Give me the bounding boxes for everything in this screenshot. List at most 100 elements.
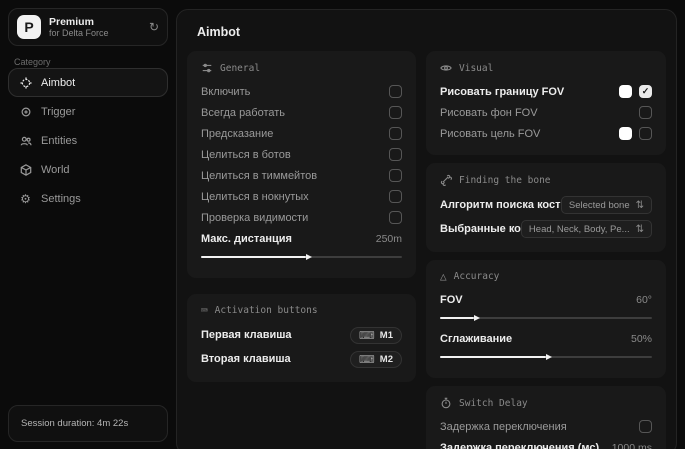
checkbox-always-work[interactable] [389,106,402,119]
slider-fill[interactable] [440,317,474,319]
sidebar-item-label: World [41,164,70,176]
panel-accuracy-header: △ Accuracy [440,271,652,282]
panel-title: Accuracy [454,271,500,282]
max-distance-slider[interactable] [201,251,402,263]
keyboard-icon: ⌨ [359,329,375,342]
panel-title: Switch Delay [459,398,528,409]
toggle-label: Задержка переключения [440,421,639,433]
keybind-label: Первая клавиша [201,329,350,341]
panel-general: General Включить Всегда работать Предска… [187,51,416,278]
checkbox-prediction[interactable] [389,127,402,140]
selected-bones-dropdown[interactable]: Head, Neck, Body, Pe... ⇅ [521,220,652,238]
timer-icon [440,397,452,409]
sidebar-item-settings[interactable]: ⚙ Settings [8,184,168,213]
trigger-icon [19,105,32,118]
keyboard-icon: ⌨ [201,305,208,316]
panel-switch-delay-header: Switch Delay [440,397,652,409]
toggle-label: Целиться в нокнутых [201,191,389,203]
keybind-value: M2 [380,354,393,365]
checkbox-fov-border[interactable]: ✓ [639,85,652,98]
toggle-row: Целиться в нокнутых [201,186,402,207]
checkbox-switch-delay[interactable] [639,420,652,433]
entities-icon [19,134,32,147]
slider-label: FOV [440,294,630,306]
checkbox-target-knocked[interactable] [389,190,402,203]
panel-title: Finding the bone [459,175,551,186]
sidebar-item-trigger[interactable]: Trigger [8,97,168,126]
slider-value: 50% [631,333,652,345]
visual-row: Рисовать границу FOV ✓ [440,81,652,102]
unfold-icon: ⇅ [636,224,644,235]
sidebar-item-label: Trigger [41,106,75,118]
toggle-row: Включить [201,81,402,102]
checkbox-fov-background[interactable] [639,106,652,119]
fov-slider[interactable] [440,312,652,324]
brand-title: Premium [49,16,141,28]
unfold-icon: ⇅ [636,200,644,211]
slider-fill[interactable] [201,256,306,258]
panel-title: Visual [459,63,493,74]
dropdown-value: Head, Neck, Body, Pe... [529,224,630,235]
toggle-label: Всегда работать [201,107,389,119]
brand-card: P Premium for Delta Force ↻ [8,8,168,46]
slider-fill[interactable] [440,356,546,358]
keybind-button-first[interactable]: ⌨ M1 [350,327,402,344]
toggle-row: Целиться в ботов [201,144,402,165]
toggle-label: Предсказание [201,128,389,140]
panel-visual-header: Visual [440,62,652,74]
sidebar-nav: Aimbot Trigger Entities World ⚙ Settings [8,68,168,213]
panel-title: Activation buttons [215,305,318,316]
sidebar-item-label: Settings [41,193,81,205]
sidebar-item-aimbot[interactable]: Aimbot [8,68,168,97]
sidebar: P Premium for Delta Force ↻ Category Aim… [0,0,176,449]
bone-label: Выбранные кос [440,223,521,235]
panel-general-header: General [201,62,402,74]
checkbox-target-bots[interactable] [389,148,402,161]
slider-label: Сглаживание [440,333,625,345]
toggle-label: Включить [201,86,389,98]
main-panel: Aimbot General Включить Всегда работать … [176,9,677,449]
toggle-row: Всегда работать [201,102,402,123]
slider-row: Макс. дистанция 250m [201,228,402,249]
keybind-button-second[interactable]: ⌨ M2 [350,351,402,368]
visual-row: Рисовать цель FOV [440,123,652,144]
slider-row: Сглаживание 50% [440,328,652,349]
visual-row: Рисовать фон FOV [440,102,652,123]
panel-bone-header: Finding the bone [440,174,652,186]
smoothing-slider[interactable] [440,351,652,363]
sidebar-item-label: Entities [41,135,77,147]
brand-text: Premium for Delta Force [49,16,141,38]
right-column: Visual Рисовать границу FOV ✓ Рисовать ф… [426,51,666,449]
visual-label: Рисовать фон FOV [440,107,639,119]
dropdown-value: Selected bone [569,200,630,211]
checkbox-enable[interactable] [389,85,402,98]
panel-finding-bone: Finding the bone Алгоритм поиска кост Se… [426,163,666,252]
checkbox-visibility-check[interactable] [389,211,402,224]
checkbox-target-teammates[interactable] [389,169,402,182]
panel-visual: Visual Рисовать границу FOV ✓ Рисовать ф… [426,51,666,155]
keybind-row: Первая клавиша ⌨ M1 [201,323,402,347]
toggle-label: Целиться в тиммейтов [201,170,389,182]
keybind-row: Вторая клавиша ⌨ M2 [201,347,402,371]
color-swatch[interactable] [619,127,632,140]
sidebar-item-entities[interactable]: Entities [8,126,168,155]
keybind-label: Вторая клавиша [201,353,350,365]
refresh-icon[interactable]: ↻ [149,20,159,34]
slider-label: Макс. дистанция [201,233,370,245]
panel-accuracy: △ Accuracy FOV 60° Сглаживание 50% [426,260,666,378]
bone-row: Выбранные кос Head, Neck, Body, Pe... ⇅ [440,217,652,241]
world-icon [19,163,32,176]
keyboard-icon: ⌨ [359,353,375,366]
color-swatch[interactable] [619,85,632,98]
panel-activation-buttons: ⌨ Activation buttons Первая клавиша ⌨ M1… [187,294,416,382]
visual-label: Рисовать цель FOV [440,128,619,140]
toggle-row: Проверка видимости [201,207,402,228]
checkbox-fov-target[interactable] [639,127,652,140]
bone-label: Алгоритм поиска кост [440,199,561,211]
bone-algorithm-dropdown[interactable]: Selected bone ⇅ [561,196,652,214]
toggle-row: Задержка переключения [440,416,652,437]
toggle-label: Проверка видимости [201,212,389,224]
panel-title: General [220,63,260,74]
sidebar-item-world[interactable]: World [8,155,168,184]
triangle-icon: △ [440,271,447,282]
